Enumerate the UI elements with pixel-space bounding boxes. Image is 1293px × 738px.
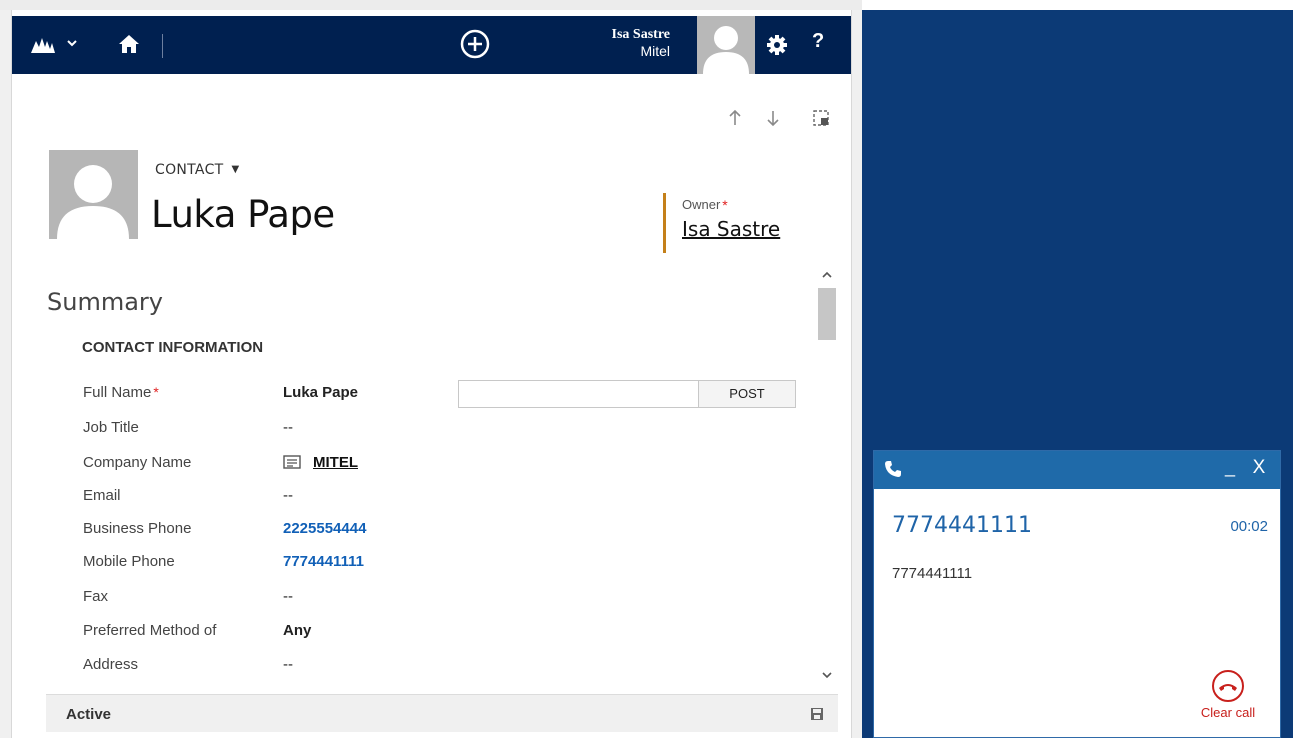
post-button[interactable]: POST [698,380,796,408]
mobile-phone-link[interactable]: 7774441111 [283,553,364,570]
section-contact-information: CONTACT INFORMATION [82,339,264,356]
post-input[interactable] [458,380,698,408]
contact-avatar-icon [49,150,138,239]
email-value[interactable]: -- [283,487,293,504]
user-org: Mitel [640,43,670,59]
dynamics-logo-icon[interactable] [30,35,56,55]
tab-summary[interactable]: Summary [47,288,163,316]
scroll-up-icon[interactable] [820,268,834,282]
field-label: Mobile Phone [83,553,175,570]
gear-icon[interactable] [765,33,789,57]
close-button[interactable]: X [1248,457,1270,481]
required-marker: * [722,197,728,213]
field-label: Company Name [83,454,192,471]
scroll-thumb[interactable] [818,288,836,340]
entity-selector[interactable]: CONTACT ▼ [155,162,240,178]
help-button[interactable]: ? [812,30,832,53]
account-icon [283,455,301,469]
record-name: Luka Pape [151,193,335,236]
chevron-down-icon[interactable] [65,36,79,50]
expand-icon[interactable] [811,108,831,128]
top-navbar: Isa Sastre Mitel ? [12,16,851,74]
clear-call-button[interactable]: Clear call [1188,669,1268,735]
company-name-value[interactable]: MITEL [283,454,358,471]
entity-label: CONTACT [155,162,224,178]
avatar-icon [697,16,755,74]
field-preferred-method: Preferred Method of Any [83,622,443,646]
field-job-title: Job Title -- [83,419,443,443]
call-subnumber: 7774441111 [892,565,973,582]
owner-link[interactable]: Isa Sastre [682,217,780,241]
contact-avatar[interactable] [49,150,138,239]
window-right-edge [851,10,862,738]
save-icon[interactable] [810,707,824,721]
window-top-strip [0,0,862,10]
full-name-value[interactable]: Luka Pape [283,384,358,401]
arrow-down-icon[interactable] [763,108,783,128]
arrow-up-icon[interactable] [725,108,745,128]
field-email: Email -- [83,487,443,511]
required-marker: * [153,384,159,400]
call-timer: 00:02 [1230,518,1268,535]
address-value[interactable]: -- [283,656,293,673]
field-label: Email [83,487,121,504]
user-info[interactable]: Isa Sastre Mitel [560,26,670,60]
call-panel-header: _ X [874,451,1280,489]
preferred-method-value[interactable]: Any [283,622,311,639]
crm-window: Isa Sastre Mitel ? CONTACT ▼ Luka Pape O… [0,0,862,738]
minimize-button[interactable]: _ [1220,457,1240,481]
scroll-down-icon[interactable] [820,668,834,682]
home-icon[interactable] [118,33,140,55]
company-link[interactable]: MITEL [313,454,358,471]
field-fax: Fax -- [83,588,443,612]
nav-separator [162,34,163,58]
field-company-name: Company Name MITEL [83,454,443,478]
field-label: Job Title [83,419,139,436]
field-label: Full Name * [83,384,159,401]
hangup-icon [1212,670,1244,702]
field-address: Address -- [83,656,443,680]
field-label: Business Phone [83,520,192,537]
job-title-value[interactable]: -- [283,419,293,436]
call-panel: _ X 7774441111 00:02 7774441111 Clear ca… [873,450,1281,738]
caret-down-icon: ▼ [231,164,240,175]
field-business-phone: Business Phone 2225554444 [83,520,443,544]
owner-field: Owner * Isa Sastre [663,193,780,253]
user-avatar[interactable] [697,16,755,74]
fax-value[interactable]: -- [283,588,293,605]
business-phone-link[interactable]: 2225554444 [283,520,366,537]
plus-circle-icon[interactable] [459,28,491,60]
form-scrollbar[interactable] [816,268,838,686]
phone-icon [885,461,901,477]
field-full-name: Full Name * Luka Pape [83,384,443,408]
owner-label: Owner * [682,197,728,213]
status-bar: Active [46,694,838,732]
field-label: Address [83,656,139,673]
user-name: Isa Sastre [611,27,670,42]
window-left-edge [0,10,12,738]
record-status: Active [66,706,112,723]
field-label: Preferred Method of [83,622,217,639]
field-label: Fax [83,588,109,605]
field-mobile-phone: Mobile Phone 7774441111 [83,553,443,577]
record-navigation [725,108,835,128]
call-number: 7774441111 [892,513,1032,538]
clear-call-label: Clear call [1200,705,1256,720]
